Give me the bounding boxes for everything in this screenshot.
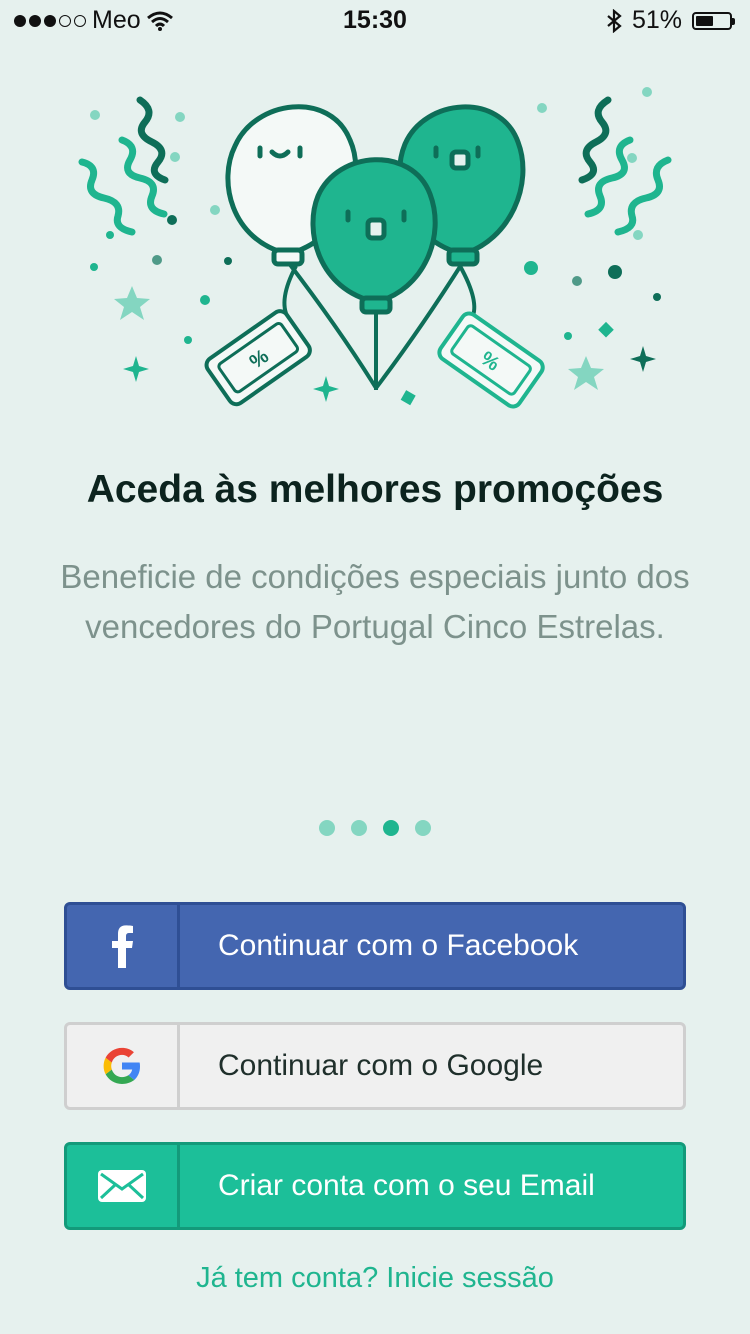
page-title: Aceda às melhores promoções	[86, 468, 664, 511]
email-signup-label: Criar conta com o seu Email	[218, 1169, 595, 1202]
status-right: 51%	[606, 6, 735, 35]
page-dot[interactable]	[351, 820, 367, 836]
page-dot[interactable]	[319, 820, 335, 836]
mail-icon-cell	[67, 1145, 180, 1227]
bluetooth-icon	[607, 8, 622, 33]
google-icon-cell	[67, 1025, 180, 1107]
sign-in-link[interactable]: Já tem conta? Inicie sessão	[0, 1262, 750, 1295]
page-dot[interactable]	[415, 820, 431, 836]
status-bar: Meo 15:30 51%	[0, 0, 750, 40]
discount-tag-icon: %	[204, 309, 312, 407]
streamer-icon	[578, 96, 612, 184]
mail-icon	[98, 1170, 146, 1202]
page-indicator[interactable]	[0, 820, 750, 836]
google-login-label: Continuar com o Google	[218, 1049, 544, 1082]
facebook-icon-cell	[67, 905, 180, 987]
page-description: Beneficie de condições especiais junto d…	[60, 558, 690, 645]
sparkle-icon	[630, 346, 656, 372]
star-icon	[568, 356, 604, 390]
discount-tag-icon: %	[437, 311, 545, 409]
streamer-icon	[584, 136, 634, 218]
balloons-illustration: % %	[78, 87, 672, 409]
facebook-icon	[112, 925, 133, 968]
google-icon	[103, 1047, 140, 1084]
balloon-green-front	[310, 157, 438, 315]
star-icon	[114, 286, 150, 320]
sparkle-icon	[123, 356, 149, 382]
email-signup-button[interactable]: Criar conta com o seu Email	[64, 1142, 686, 1230]
streamer-icon	[78, 158, 136, 236]
streamer-icon	[136, 96, 169, 184]
page-dot-active[interactable]	[383, 820, 399, 836]
facebook-login-button[interactable]: Continuar com o Facebook	[64, 902, 686, 990]
google-login-button[interactable]: Continuar com o Google	[64, 1022, 686, 1110]
battery-icon	[692, 11, 735, 30]
sparkle-icon	[313, 376, 339, 402]
battery-percent: 51%	[631, 6, 682, 34]
facebook-login-label: Continuar com o Facebook	[218, 929, 579, 962]
